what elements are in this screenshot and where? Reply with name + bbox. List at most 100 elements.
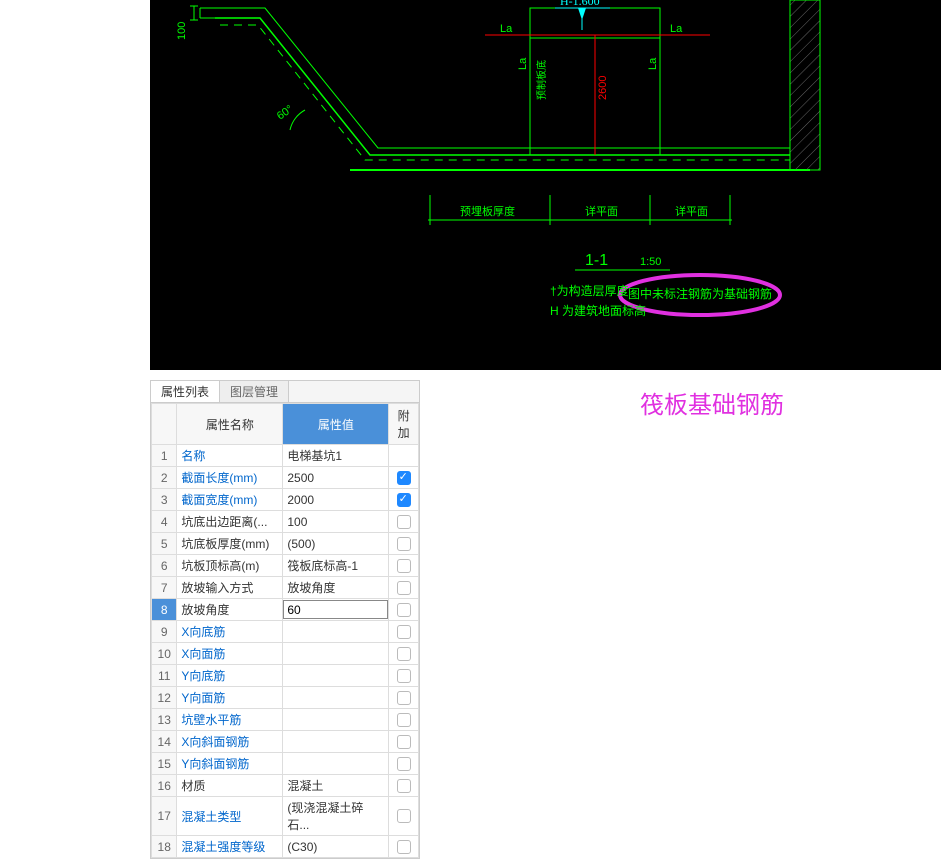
property-panel: 属性列表 图层管理 属性名称 属性值 附加 1名称电梯基坑12截面长度(mm)2… — [150, 380, 420, 859]
prop-value-cell[interactable]: 电梯基坑1 — [283, 445, 389, 467]
hdr-add: 附加 — [389, 404, 419, 445]
checkbox[interactable] — [397, 515, 411, 529]
row-num[interactable]: 13 — [152, 709, 177, 731]
checkbox[interactable] — [397, 471, 411, 485]
add-cell[interactable] — [389, 775, 419, 797]
checkbox[interactable] — [397, 669, 411, 683]
row-num[interactable]: 14 — [152, 731, 177, 753]
row-num[interactable]: 11 — [152, 665, 177, 687]
prop-value-cell[interactable]: 2500 — [283, 467, 389, 489]
prop-value-cell[interactable] — [283, 709, 389, 731]
annotation-text: 筏板基础钢筋 — [640, 385, 784, 420]
checkbox[interactable] — [397, 537, 411, 551]
lbl-bottom2: 详平面 — [585, 204, 618, 218]
prop-value-cell[interactable] — [283, 687, 389, 709]
add-cell[interactable] — [389, 709, 419, 731]
prop-value-cell[interactable]: 100 — [283, 511, 389, 533]
lbl-bottom3: 详平面 — [675, 204, 708, 218]
prop-value-cell[interactable] — [283, 665, 389, 687]
prop-name-cell[interactable]: 混凝土类型 — [177, 797, 283, 836]
add-cell[interactable] — [389, 665, 419, 687]
row-num[interactable]: 8 — [152, 599, 177, 621]
prop-name-cell[interactable]: 截面长度(mm) — [177, 467, 283, 489]
prop-name-cell[interactable]: X向斜面钢筋 — [177, 731, 283, 753]
tab-properties[interactable]: 属性列表 — [151, 381, 220, 402]
prop-value-cell[interactable] — [283, 599, 389, 621]
prop-value-cell[interactable]: (现浇混凝土碎石... — [283, 797, 389, 836]
dim-2600: 2600 — [597, 76, 609, 100]
prop-value-cell[interactable] — [283, 753, 389, 775]
prop-value-cell[interactable] — [283, 731, 389, 753]
prop-value-cell[interactable]: 放坡角度 — [283, 577, 389, 599]
checkbox[interactable] — [397, 757, 411, 771]
row-num[interactable]: 10 — [152, 643, 177, 665]
prop-name-cell[interactable]: Y向底筋 — [177, 665, 283, 687]
prop-name-cell[interactable]: X向底筋 — [177, 621, 283, 643]
note1: †为构造层厚度 — [550, 283, 629, 298]
tab-layers[interactable]: 图层管理 — [220, 381, 289, 402]
hdr-value[interactable]: 属性值 — [283, 404, 389, 445]
add-cell[interactable] — [389, 621, 419, 643]
add-cell[interactable] — [389, 467, 419, 489]
prop-value-cell[interactable]: (500) — [283, 533, 389, 555]
checkbox[interactable] — [397, 581, 411, 595]
prop-value-cell[interactable]: (C30) — [283, 836, 389, 858]
prop-value-cell[interactable] — [283, 621, 389, 643]
prop-name-cell[interactable]: 名称 — [177, 445, 283, 467]
checkbox[interactable] — [397, 713, 411, 727]
checkbox[interactable] — [397, 603, 411, 617]
row-num[interactable]: 15 — [152, 753, 177, 775]
note2: 图中未标注钢筋为基础钢筋 — [628, 286, 772, 301]
checkbox[interactable] — [397, 493, 411, 507]
add-cell[interactable] — [389, 489, 419, 511]
row-num[interactable]: 5 — [152, 533, 177, 555]
prop-name-cell[interactable]: 坑壁水平筋 — [177, 709, 283, 731]
row-num[interactable]: 12 — [152, 687, 177, 709]
hdr-blank — [152, 404, 177, 445]
row-num[interactable]: 16 — [152, 775, 177, 797]
checkbox[interactable] — [397, 625, 411, 639]
add-cell[interactable] — [389, 731, 419, 753]
checkbox[interactable] — [397, 559, 411, 573]
prop-name-cell: 放坡角度 — [177, 599, 283, 621]
checkbox[interactable] — [397, 647, 411, 661]
add-cell[interactable] — [389, 511, 419, 533]
add-cell[interactable] — [389, 445, 419, 467]
checkbox[interactable] — [397, 779, 411, 793]
cad-drawing-viewport[interactable]: H-1.600 La La La La 2600 预制板底 100 60° 预 — [150, 0, 941, 370]
prop-value-cell[interactable] — [283, 643, 389, 665]
add-cell[interactable] — [389, 753, 419, 775]
prop-value-cell[interactable]: 2000 — [283, 489, 389, 511]
row-num[interactable]: 3 — [152, 489, 177, 511]
prop-name-cell[interactable]: 混凝土强度等级 — [177, 836, 283, 858]
add-cell[interactable] — [389, 599, 419, 621]
prop-name-cell[interactable]: Y向斜面钢筋 — [177, 753, 283, 775]
prop-name-cell[interactable]: X向面筋 — [177, 643, 283, 665]
prop-value-cell[interactable]: 筏板底标高-1 — [283, 555, 389, 577]
row-num[interactable]: 4 — [152, 511, 177, 533]
value-input[interactable] — [283, 600, 388, 619]
add-cell[interactable] — [389, 643, 419, 665]
row-num[interactable]: 7 — [152, 577, 177, 599]
prop-value-cell[interactable]: 混凝土 — [283, 775, 389, 797]
add-cell[interactable] — [389, 533, 419, 555]
row-num[interactable]: 17 — [152, 797, 177, 836]
row-num[interactable]: 6 — [152, 555, 177, 577]
row-num[interactable]: 1 — [152, 445, 177, 467]
row-num[interactable]: 18 — [152, 836, 177, 858]
note3: H 为建筑地面标高 — [550, 303, 646, 318]
prop-name-cell: 放坡输入方式 — [177, 577, 283, 599]
checkbox[interactable] — [397, 809, 411, 823]
prop-name-cell[interactable]: Y向面筋 — [177, 687, 283, 709]
add-cell[interactable] — [389, 577, 419, 599]
row-num[interactable]: 9 — [152, 621, 177, 643]
checkbox[interactable] — [397, 691, 411, 705]
checkbox[interactable] — [397, 840, 411, 854]
prop-name-cell[interactable]: 截面宽度(mm) — [177, 489, 283, 511]
add-cell[interactable] — [389, 687, 419, 709]
checkbox[interactable] — [397, 735, 411, 749]
add-cell[interactable] — [389, 555, 419, 577]
row-num[interactable]: 2 — [152, 467, 177, 489]
add-cell[interactable] — [389, 836, 419, 858]
add-cell[interactable] — [389, 797, 419, 836]
